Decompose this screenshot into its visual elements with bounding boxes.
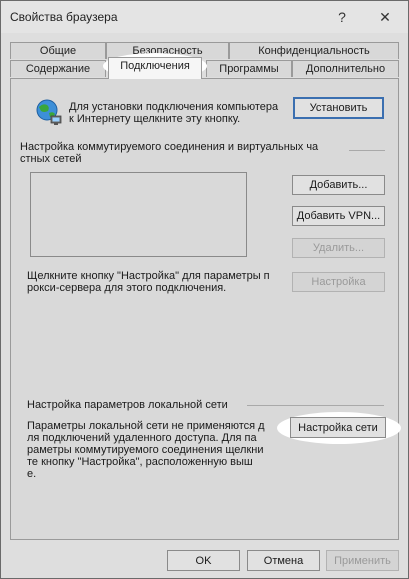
tab-advanced[interactable]: Дополнительно [292,60,399,77]
lan-divider [247,405,384,406]
add-vpn-button[interactable]: Добавить VPN... [292,206,385,226]
window-title: Свойства браузера [10,10,118,24]
tab-programs[interactable]: Программы [206,60,292,77]
tab-content[interactable]: Содержание [10,60,106,77]
dialup-divider [349,150,385,151]
remove-button[interactable]: Удалить... [292,238,385,258]
tab-general[interactable]: Общие [10,42,106,59]
tab-row-back: Общие Безопасность Конфиденциальность [10,42,400,60]
lan-settings-button[interactable]: Настройка сети [290,417,386,438]
help-button[interactable]: ? [327,7,357,27]
setup-button[interactable]: Установить [293,97,384,119]
connections-list[interactable] [30,172,247,257]
cancel-button[interactable]: Отмена [247,550,320,571]
browser-properties-dialog: Свойства браузера ? ✕ Общие Безопасность… [0,0,409,579]
tab-privacy[interactable]: Конфиденциальность [229,42,399,59]
connections-panel: Для установки подключения компьютера к И… [10,78,401,540]
tab-row-front: Содержание Подключения Программы Дополни… [10,53,400,79]
proxy-hint: Щелкните кнопку "Настройка" для параметр… [27,270,270,294]
apply-button[interactable]: Применить [326,550,399,571]
close-button[interactable]: ✕ [370,7,400,27]
tab-connections[interactable]: Подключения [108,57,202,79]
add-connection-button[interactable]: Добавить... [292,175,385,195]
lan-description: Параметры локальной сети не применяются … [27,420,265,480]
ok-button[interactable]: OK [167,550,240,571]
lan-section-title: Настройка параметров локальной сети [27,399,228,411]
globe-network-icon [34,97,64,127]
dialup-section-title: Настройка коммутируемого соединения и ви… [20,141,319,165]
setup-description: Для установки подключения компьютера к И… [69,101,279,125]
dialup-settings-button[interactable]: Настройка [292,272,385,292]
title-bar: Свойства браузера ? ✕ [1,1,408,33]
